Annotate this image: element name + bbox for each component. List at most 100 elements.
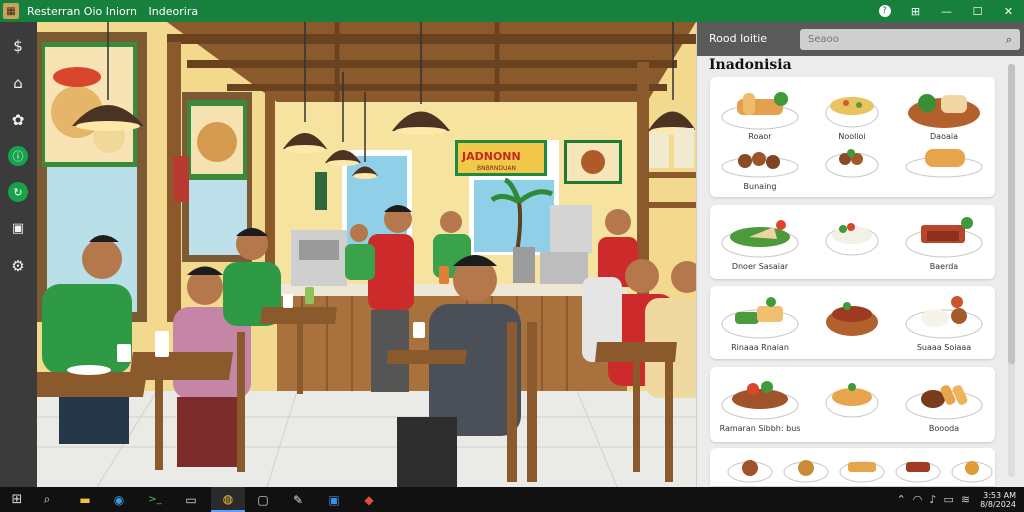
sidebar-item-dollar[interactable]: $ [6, 34, 30, 58]
dish-label: Baerda [929, 262, 959, 271]
dish-item [811, 209, 893, 261]
dish-item [811, 371, 893, 423]
dish-image [825, 383, 879, 418]
dish-image [721, 297, 799, 339]
dish-item[interactable]: Boooda [903, 371, 985, 433]
dish-image [826, 302, 878, 336]
menu-card[interactable]: Ramaran Sibbh: bus Boooda [710, 367, 995, 442]
dish-item[interactable]: Rinaaa Rnaian [719, 290, 801, 352]
chrome-icon: ◍ [222, 491, 234, 506]
file-explorer-icon: ▬ [79, 492, 91, 507]
dish-label: Noolioi [838, 132, 866, 141]
window-title-part-1: Resterran Oio Iniorn [27, 4, 138, 18]
minimize-button[interactable]: — [931, 0, 962, 22]
window-title: Resterran Oio Iniorn Indeorira [27, 5, 206, 18]
taskbar-edge[interactable]: ◉ [102, 487, 136, 512]
taskbar-file-explorer[interactable]: ▬ [68, 487, 102, 512]
restaurant-illustration: JADNONN BNBRNDUAN [37, 22, 696, 487]
dish-item [903, 141, 985, 181]
taskbar-search-button[interactable]: ⌕ [30, 487, 64, 512]
dish-item[interactable]: Dnoer Sasaiar [719, 209, 801, 271]
sidebar-item-info[interactable]: ⓘ [6, 144, 30, 168]
dish-item[interactable]: Baerda [903, 209, 985, 271]
dish-item[interactable]: Daoaia [903, 81, 985, 141]
start-button[interactable]: ⊞ [0, 487, 34, 512]
store-icon: ▭ [185, 492, 197, 507]
windows-icon: ⊞ [11, 492, 23, 507]
search-icon[interactable]: ⌕ [1006, 33, 1012, 47]
dish-image [905, 217, 983, 258]
sidebar-item-refresh[interactable]: ↻ [6, 180, 30, 204]
search-input[interactable] [808, 34, 988, 45]
dish-image [721, 92, 799, 130]
taskbar-media[interactable]: ▣ [317, 487, 351, 512]
taskbar-store[interactable]: ▭ [174, 487, 208, 512]
dish-image [825, 223, 879, 256]
taskbar-chrome[interactable]: ◍ [211, 487, 245, 512]
dish-image [905, 149, 983, 178]
window-controls: ? ⊞ — ☐ ✕ [869, 0, 1024, 22]
terminal-icon: >_ [148, 494, 162, 505]
wifi-icon[interactable]: ≋ [961, 493, 970, 506]
battery-icon[interactable]: ▭ [943, 493, 953, 506]
dish-image [721, 381, 799, 420]
taskbar: ⊞ ⌕ ▬ ◉ >_ ▭ ◍ ▢ ✎ ▣ ◆ ⌃ ◠ ♪ ▭ ≋ 3:53 AM… [0, 487, 1024, 512]
section-title: Inadonisia [709, 57, 792, 73]
taskbar-window[interactable]: ▢ [246, 487, 280, 512]
panel-title: Rood loitie [709, 32, 768, 45]
gear-icon: ⚙ [11, 257, 25, 275]
taskbar-app[interactable]: ◆ [352, 487, 386, 512]
window-icon: ▢ [257, 492, 269, 507]
scrollbar-thumb[interactable] [1008, 64, 1015, 364]
sidebar-item-home[interactable]: ⌂ [6, 71, 30, 95]
settings-icon: ✿ [11, 111, 25, 129]
menu-card[interactable]: Dnoer Sasaiar Baerda [710, 205, 995, 279]
clock-date: 8/8/2024 [980, 499, 1016, 509]
clock[interactable]: 3:53 AM 8/8/2024 [980, 491, 1016, 509]
dish-image [905, 385, 983, 420]
volume-icon[interactable]: ♪ [929, 493, 936, 506]
clock-time: 3:53 AM [983, 490, 1016, 500]
dish-item [811, 290, 893, 342]
dish-label: Daoaia [930, 132, 958, 141]
sidebar-item-lock[interactable]: ▣ [6, 216, 30, 240]
dish-item[interactable]: Bunaing [719, 141, 801, 191]
sidebar-item-gear[interactable]: ⚙ [6, 254, 30, 278]
home-icon: ⌂ [13, 74, 23, 92]
sidebar: $ ⌂ ✿ ⓘ ↻ ▣ ⚙ [0, 22, 37, 487]
dish-image [905, 296, 983, 339]
maximize-button[interactable]: ☐ [962, 0, 993, 22]
search-box[interactable]: ⌕ [800, 29, 1020, 50]
menu-card[interactable]: Roaor Noolioi Daoaia Bunaing [710, 77, 995, 197]
taskbar-terminal[interactable]: >_ [138, 487, 172, 512]
refresh-icon: ↻ [8, 182, 28, 202]
dish-item [811, 141, 893, 181]
sidebar-item-settings[interactable]: ✿ [6, 108, 30, 132]
dish-item[interactable]: Ramaran Sibbh: bus [719, 371, 801, 433]
pin-button[interactable]: ⊞ [900, 0, 931, 22]
app-icon: ▦ [3, 3, 19, 19]
dish-label: Boooda [928, 424, 960, 433]
dish-image [721, 220, 799, 258]
dollar-icon: $ [13, 37, 23, 55]
dish-image [825, 97, 879, 128]
menu-card[interactable]: Rinaaa Rnaian Suaaa Soiaaa [710, 286, 995, 359]
network-icon[interactable]: ◠ [913, 493, 923, 506]
app-icon: ◆ [364, 492, 374, 507]
dish-image [908, 94, 980, 128]
info-icon: ⓘ [8, 146, 28, 166]
chevron-up-icon[interactable]: ⌃ [897, 493, 906, 506]
dish-item[interactable]: Noolioi [811, 81, 893, 141]
dish-item[interactable]: Suaaa Soiaaa [903, 290, 985, 352]
dish-item[interactable]: Roaor [719, 81, 801, 141]
help-button[interactable]: ? [869, 0, 900, 22]
menu-card[interactable] [710, 448, 995, 486]
window-title-part-2: Indeorira [148, 4, 199, 18]
dish-image [825, 149, 879, 178]
panel-header: Rood loitie ⌕ [697, 22, 1024, 56]
dish-label: Dnoer Sasaiar [731, 262, 789, 271]
taskbar-pen[interactable]: ✎ [281, 487, 315, 512]
help-icon: ? [878, 5, 891, 17]
close-button[interactable]: ✕ [993, 0, 1024, 22]
dish-label: Rinaaa Rnaian [731, 343, 789, 352]
